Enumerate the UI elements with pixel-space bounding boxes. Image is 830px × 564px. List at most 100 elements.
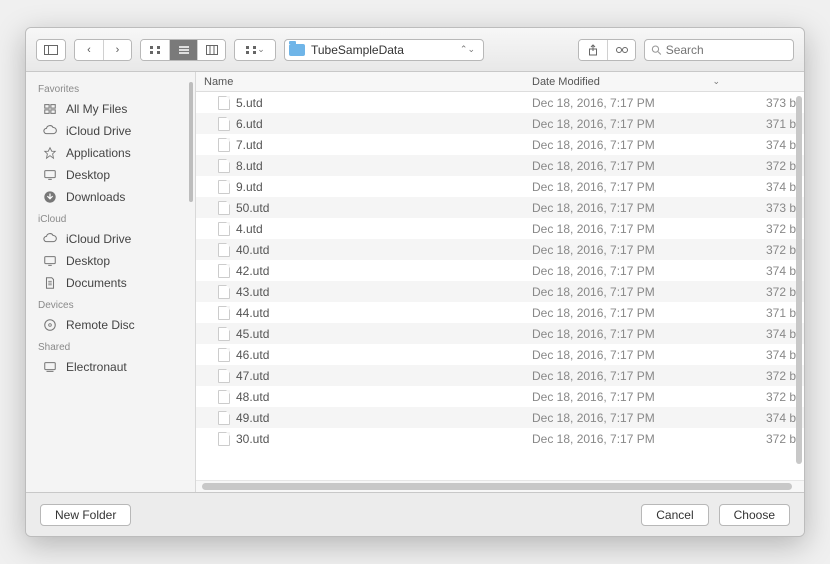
new-folder-button[interactable]: New Folder — [40, 504, 131, 526]
path-label: TubeSampleData — [311, 43, 404, 57]
group-by-group: ⌄ — [234, 39, 276, 61]
scrollbar-thumb[interactable] — [202, 483, 792, 490]
cell-date: Dec 18, 2016, 7:17 PM — [524, 222, 734, 236]
sidebar-item-icloud-drive[interactable]: iCloud Drive — [26, 228, 195, 250]
search-input[interactable] — [666, 43, 787, 57]
sidebar-item-label: iCloud Drive — [66, 232, 131, 246]
cell-size: 372 b — [734, 243, 804, 257]
cell-size: 372 b — [734, 369, 804, 383]
file-icon — [218, 369, 230, 383]
sidebar-item-label: Desktop — [66, 168, 110, 182]
toolbar: ‹ › ⌄ TubeSampleData ⌃⌄ — [26, 28, 804, 72]
file-icon — [218, 180, 230, 194]
sidebar-item-desktop[interactable]: Desktop — [26, 164, 195, 186]
cell-name: 46.utd — [196, 348, 524, 362]
cell-size: 371 b — [734, 117, 804, 131]
cell-name: 45.utd — [196, 327, 524, 341]
cell-date: Dec 18, 2016, 7:17 PM — [524, 432, 734, 446]
table-row[interactable]: 48.utdDec 18, 2016, 7:17 PM372 b — [196, 386, 804, 407]
sidebar-toggle-button[interactable] — [37, 40, 65, 60]
choose-button[interactable]: Choose — [719, 504, 790, 526]
forward-button[interactable]: › — [103, 40, 131, 60]
table-row[interactable]: 7.utdDec 18, 2016, 7:17 PM374 b — [196, 134, 804, 155]
table-row[interactable]: 8.utdDec 18, 2016, 7:17 PM372 b — [196, 155, 804, 176]
search-box[interactable] — [644, 39, 794, 61]
sidebar-toggle-group — [36, 39, 66, 61]
cell-date: Dec 18, 2016, 7:17 PM — [524, 180, 734, 194]
table-row[interactable]: 40.utdDec 18, 2016, 7:17 PM372 b — [196, 239, 804, 260]
cell-size: 374 b — [734, 327, 804, 341]
file-list-panel: Name Date Modified ⌄ 5.utdDec 18, 2016, … — [196, 72, 804, 492]
cell-name: 40.utd — [196, 243, 524, 257]
sidebar-item-label: Documents — [66, 276, 127, 290]
desktop-icon — [42, 253, 58, 269]
icon-view-button[interactable] — [141, 40, 169, 60]
cell-name: 30.utd — [196, 432, 524, 446]
table-row[interactable]: 9.utdDec 18, 2016, 7:17 PM374 b — [196, 176, 804, 197]
cell-name: 47.utd — [196, 369, 524, 383]
table-row[interactable]: 46.utdDec 18, 2016, 7:17 PM374 b — [196, 344, 804, 365]
share-button[interactable] — [579, 40, 607, 60]
table-row[interactable]: 49.utdDec 18, 2016, 7:17 PM374 b — [196, 407, 804, 428]
cell-name: 6.utd — [196, 117, 524, 131]
cell-name: 7.utd — [196, 138, 524, 152]
sidebar-item-downloads[interactable]: Downloads — [26, 186, 195, 208]
file-icon — [218, 96, 230, 110]
cancel-button[interactable]: Cancel — [641, 504, 708, 526]
table-row[interactable]: 44.utdDec 18, 2016, 7:17 PM371 b — [196, 302, 804, 323]
folder-icon — [289, 44, 305, 56]
file-icon — [218, 222, 230, 236]
column-header-name[interactable]: Name — [196, 76, 524, 88]
sidebar-item-documents[interactable]: Documents — [26, 272, 195, 294]
file-rows[interactable]: 5.utdDec 18, 2016, 7:17 PM373 b6.utdDec … — [196, 92, 804, 480]
list-view-button[interactable] — [169, 40, 197, 60]
back-button[interactable]: ‹ — [75, 40, 103, 60]
path-dropdown[interactable]: TubeSampleData ⌃⌄ — [284, 39, 484, 61]
file-chooser-dialog: ‹ › ⌄ TubeSampleData ⌃⌄ Favori — [25, 27, 805, 537]
sidebar[interactable]: FavoritesAll My FilesiCloud DriveApplica… — [26, 72, 196, 492]
file-icon — [218, 390, 230, 404]
table-row[interactable]: 43.utdDec 18, 2016, 7:17 PM372 b — [196, 281, 804, 302]
file-icon — [218, 138, 230, 152]
cell-name: 44.utd — [196, 306, 524, 320]
column-header-date[interactable]: Date Modified ⌄ — [524, 76, 734, 88]
file-name: 49.utd — [236, 411, 269, 425]
sidebar-item-remote-disc[interactable]: Remote Disc — [26, 314, 195, 336]
sidebar-item-icloud-drive[interactable]: iCloud Drive — [26, 120, 195, 142]
table-row[interactable]: 6.utdDec 18, 2016, 7:17 PM371 b — [196, 113, 804, 134]
cell-name: 48.utd — [196, 390, 524, 404]
column-view-button[interactable] — [197, 40, 225, 60]
table-row[interactable]: 30.utdDec 18, 2016, 7:17 PM372 b — [196, 428, 804, 449]
file-name: 4.utd — [236, 222, 263, 236]
group-by-button[interactable]: ⌄ — [235, 40, 275, 60]
cell-date: Dec 18, 2016, 7:17 PM — [524, 138, 734, 152]
table-row[interactable]: 42.utdDec 18, 2016, 7:17 PM374 b — [196, 260, 804, 281]
cell-name: 9.utd — [196, 180, 524, 194]
table-row[interactable]: 47.utd Dec 18, 2016, 7:17 PM372 b — [196, 365, 804, 386]
file-icon — [218, 306, 230, 320]
sidebar-item-label: Electronaut — [66, 360, 127, 374]
cell-size: 374 b — [734, 411, 804, 425]
sidebar-item-desktop[interactable]: Desktop — [26, 250, 195, 272]
cell-date: Dec 18, 2016, 7:17 PM — [524, 117, 734, 131]
view-mode-group — [140, 39, 226, 61]
sidebar-item-applications[interactable]: Applications — [26, 142, 195, 164]
tags-button[interactable] — [607, 40, 635, 60]
cell-date: Dec 18, 2016, 7:17 PM — [524, 390, 734, 404]
table-row[interactable]: 45.utdDec 18, 2016, 7:17 PM374 b — [196, 323, 804, 344]
horizontal-scrollbar[interactable] — [196, 480, 804, 492]
file-icon — [218, 432, 230, 446]
cell-date: Dec 18, 2016, 7:17 PM — [524, 369, 734, 383]
disc-icon — [42, 317, 58, 333]
table-row[interactable]: 50.utdDec 18, 2016, 7:17 PM373 b — [196, 197, 804, 218]
desktop-icon — [42, 167, 58, 183]
table-row[interactable]: 5.utdDec 18, 2016, 7:17 PM373 b — [196, 92, 804, 113]
cell-name: 5.utd — [196, 96, 524, 110]
table-row[interactable]: 4.utdDec 18, 2016, 7:17 PM372 b — [196, 218, 804, 239]
sidebar-item-electronaut[interactable]: Electronaut — [26, 356, 195, 378]
sidebar-item-label: Downloads — [66, 190, 125, 204]
file-name: 47.utd — [236, 369, 269, 383]
cell-date: Dec 18, 2016, 7:17 PM — [524, 348, 734, 362]
column-headers: Name Date Modified ⌄ — [196, 72, 804, 92]
sidebar-item-all-my-files[interactable]: All My Files — [26, 98, 195, 120]
